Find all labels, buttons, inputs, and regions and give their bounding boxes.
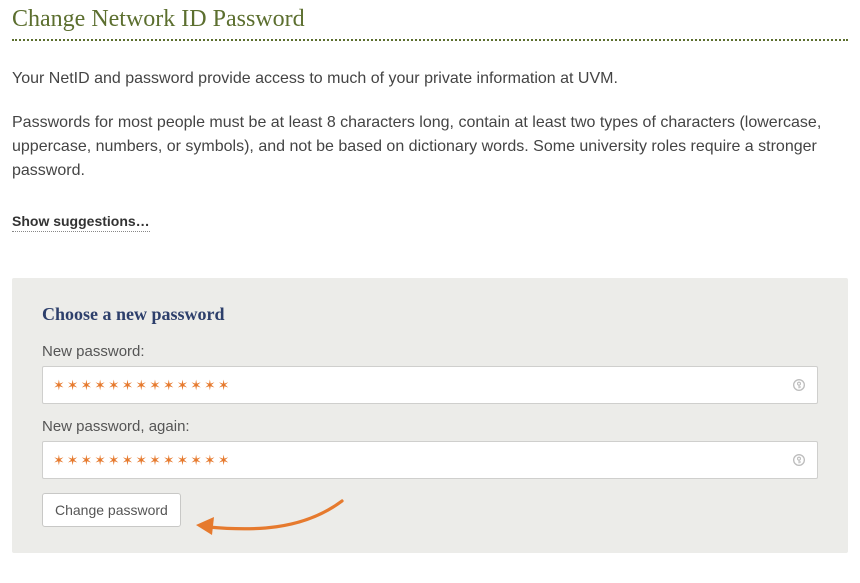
new-password-again-label: New password, again: (42, 418, 818, 435)
panel-title: Choose a new password (42, 304, 818, 325)
annotation-arrow-icon (192, 497, 352, 541)
page-title: Change Network ID Password (12, 6, 848, 33)
intro-paragraph-2: Passwords for most people must be at lea… (12, 111, 848, 183)
title-divider (12, 39, 848, 41)
change-password-button[interactable]: Change password (42, 493, 181, 527)
new-password-again-mask: ✶✶✶✶✶✶✶✶✶✶✶✶✶ (53, 452, 232, 469)
intro-paragraph-1: Your NetID and password provide access t… (12, 67, 848, 91)
new-password-label: New password: (42, 343, 818, 360)
new-password-input[interactable]: ✶✶✶✶✶✶✶✶✶✶✶✶✶ (42, 366, 818, 404)
new-password-mask: ✶✶✶✶✶✶✶✶✶✶✶✶✶ (53, 377, 232, 394)
key-icon (791, 452, 807, 468)
new-password-again-input[interactable]: ✶✶✶✶✶✶✶✶✶✶✶✶✶ (42, 441, 818, 479)
choose-password-panel: Choose a new password New password: ✶✶✶✶… (12, 278, 848, 553)
key-icon (791, 377, 807, 393)
show-suggestions-link[interactable]: Show suggestions… (12, 213, 150, 232)
